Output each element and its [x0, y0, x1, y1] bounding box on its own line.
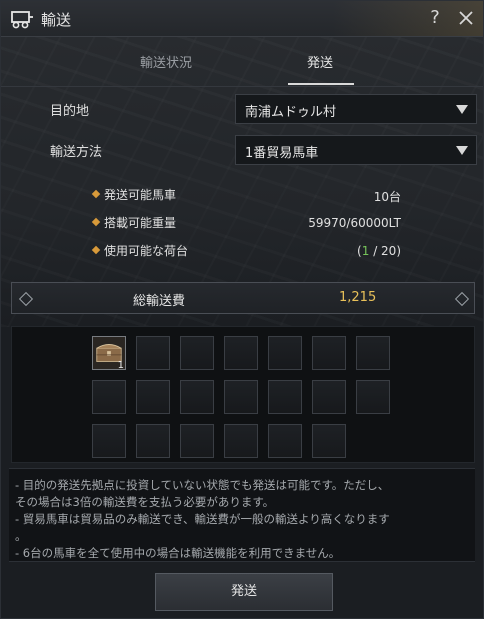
- cargo-slot-empty[interactable]: [136, 380, 170, 414]
- tab-transport-status[interactable]: 輸送状況: [140, 52, 192, 71]
- note-line: その場合は3倍の輸送費を支払う必要があります。: [15, 495, 275, 509]
- tab-send[interactable]: 発送: [307, 52, 333, 71]
- slot-count: 1: [117, 360, 124, 371]
- available-wagons-label: 発送可能馬車: [104, 188, 177, 202]
- cargo-slot-empty[interactable]: [312, 336, 346, 370]
- ornament-right-icon: [454, 291, 470, 307]
- cargo-slot-empty[interactable]: [224, 380, 258, 414]
- cargo-slot-empty[interactable]: [92, 380, 126, 414]
- active-tab-indicator: [288, 83, 354, 85]
- method-value: 1番貿易馬車: [245, 146, 319, 161]
- total-cost-bar: 総輸送費 1,215: [11, 282, 475, 314]
- diamond-bullet-icon: [91, 245, 101, 255]
- window-title: 輸送: [41, 11, 72, 29]
- method-label: 輸送方法: [50, 145, 103, 160]
- dropdown-arrow-icon: [456, 146, 468, 155]
- cargo-slot-empty[interactable]: [180, 336, 214, 370]
- cargo-slot-filled[interactable]: 1: [92, 336, 126, 371]
- diamond-bullet-icon: [91, 189, 101, 199]
- load-weight-value: 59970/60000LT: [308, 216, 401, 230]
- destination-label: 目的地: [50, 104, 90, 119]
- cargo-slot-empty[interactable]: [356, 336, 390, 370]
- transport-window: 輸送 ? 輸送状況 発送 目的地 南浦ムドゥル村 輸送方法 1番貿易馬車 発送可…: [0, 0, 484, 619]
- diamond-bullet-icon: [91, 217, 101, 227]
- note-line: - 6台の馬車を全て使用中の場合は輸送機能を利用できません。: [15, 546, 341, 560]
- cargo-slot-empty[interactable]: [180, 424, 214, 458]
- destination-select[interactable]: 南浦ムドゥル村: [235, 94, 477, 124]
- load-weight-label: 搭載可能重量: [104, 216, 177, 230]
- cargo-slot-empty[interactable]: [312, 380, 346, 414]
- available-wagons-value: 10台: [373, 190, 401, 204]
- tab-divider: [1, 86, 483, 87]
- dropdown-arrow-icon: [456, 105, 468, 114]
- cargo-slot-empty[interactable]: [92, 424, 126, 458]
- note-line: - 目的の発送先拠点に投資していない状態でも発送は可能です。ただし、: [15, 478, 390, 492]
- note-line: - 貿易馬車は貿易品のみ輸送でき、輸送費が一般の輸送より高くなります: [15, 512, 390, 526]
- cargo-slot-empty[interactable]: [180, 380, 214, 414]
- cargo-slot-empty[interactable]: [268, 380, 302, 414]
- note-line: 。: [15, 529, 27, 543]
- cargo-slot-empty[interactable]: [268, 336, 302, 370]
- cargo-slot-empty[interactable]: [268, 424, 302, 458]
- cargo-slot-empty[interactable]: [312, 424, 346, 458]
- cargo-slots-total: / 20): [369, 244, 401, 258]
- send-button[interactable]: 発送: [155, 573, 333, 611]
- cargo-slot-grid: 1: [11, 326, 475, 463]
- wagon-icon: [11, 11, 33, 29]
- notes-panel: - 目的の発送先拠点に投資していない状態でも発送は可能です。ただし、 その場合は3…: [9, 468, 475, 562]
- total-cost-value: 1,215: [339, 290, 377, 305]
- cargo-slot-empty[interactable]: [224, 424, 258, 458]
- cargo-slot-empty[interactable]: [224, 336, 258, 370]
- destination-value: 南浦ムドゥル村: [245, 105, 337, 120]
- close-icon[interactable]: [456, 8, 476, 28]
- help-button[interactable]: ?: [425, 6, 445, 30]
- cargo-slots-label: 使用可能な荷台: [104, 244, 189, 258]
- method-select[interactable]: 1番貿易馬車: [235, 135, 477, 165]
- title-bar[interactable]: 輸送 ?: [1, 1, 483, 37]
- total-cost-label: 総輸送費: [133, 294, 186, 309]
- ornament-left-icon: [18, 291, 34, 307]
- cargo-slot-empty[interactable]: [136, 336, 170, 370]
- cargo-slot-empty[interactable]: [356, 380, 390, 414]
- cargo-slot-empty[interactable]: [136, 424, 170, 458]
- cargo-slots-value: (1 / 20): [321, 244, 401, 258]
